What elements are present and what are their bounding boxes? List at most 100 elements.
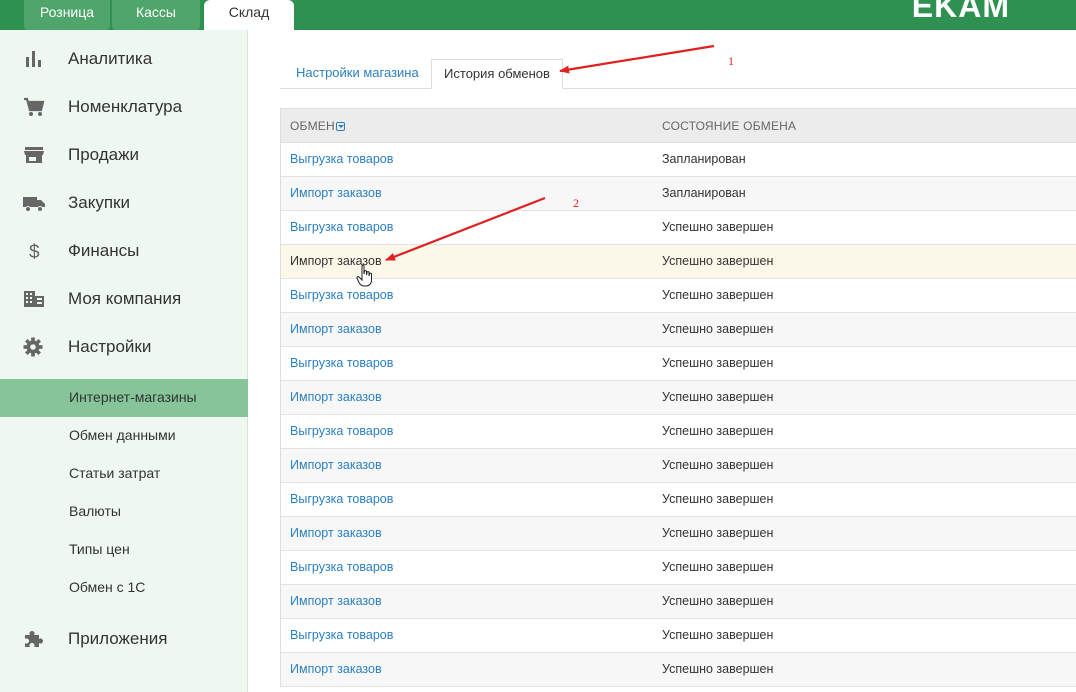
- exchange-link[interactable]: Выгрузка товаров: [290, 152, 393, 166]
- table-row[interactable]: Импорт заказов Успешно завершен: [281, 245, 1076, 279]
- exchange-status: Успешно завершен: [662, 594, 774, 608]
- exchange-link[interactable]: Выгрузка товаров: [290, 560, 393, 574]
- exchange-status: Успешно завершен: [662, 662, 774, 676]
- sidebar-subitem-1c-exchange[interactable]: Обмен с 1С: [0, 569, 248, 607]
- exchange-link[interactable]: Импорт заказов: [290, 322, 382, 336]
- sidebar-subitem-data-exchange[interactable]: Обмен данными: [0, 417, 248, 455]
- exchange-status: Успешно завершен: [662, 322, 774, 336]
- tab-store-settings[interactable]: Настройки магазина: [280, 59, 430, 89]
- sidebar-item-purchases[interactable]: Закупки: [0, 183, 248, 223]
- puzzle-icon: [25, 631, 43, 647]
- table-row[interactable]: Выгрузка товаров Успешно завершен: [281, 347, 1076, 381]
- gear-icon: [23, 337, 43, 357]
- sidebar-item-label: Приложения: [68, 629, 168, 648]
- exchange-status: Запланирован: [662, 152, 746, 166]
- exchange-link[interactable]: Импорт заказов: [290, 458, 382, 472]
- table-row[interactable]: Импорт заказов Успешно завершен: [281, 381, 1076, 415]
- building-icon: [24, 291, 44, 307]
- sidebar-item-label: Номенклатура: [68, 97, 183, 116]
- table-row[interactable]: Импорт заказов Запланирован: [281, 177, 1076, 211]
- column-header-exchange[interactable]: ОБМЕН: [290, 119, 345, 133]
- annotation-label-2: 2: [573, 196, 579, 210]
- exchange-link[interactable]: Выгрузка товаров: [290, 628, 393, 642]
- sidebar-item-analytics[interactable]: Аналитика: [0, 39, 248, 79]
- sidebar-subitem-label: Типы цен: [69, 541, 130, 557]
- top-tab-registers[interactable]: Кассы: [112, 0, 200, 30]
- exchange-status: Успешно завершен: [662, 628, 774, 642]
- top-tab-retail[interactable]: Розница: [24, 0, 110, 30]
- table-row[interactable]: Выгрузка товаров Успешно завершен: [281, 619, 1076, 653]
- table-row[interactable]: Выгрузка товаров Успешно завершен: [281, 415, 1076, 449]
- table-row[interactable]: Выгрузка товаров Успешно завершен: [281, 483, 1076, 517]
- sidebar-item-label: Аналитика: [68, 49, 153, 68]
- exchange-status: Запланирован: [662, 186, 746, 200]
- exchange-link[interactable]: Выгрузка товаров: [290, 288, 393, 302]
- exchange-status: Успешно завершен: [662, 254, 774, 268]
- table-row[interactable]: Импорт заказов Успешно завершен: [281, 313, 1076, 347]
- sidebar-subitem-label: Интернет-магазины: [69, 389, 197, 405]
- exchange-status: Успешно завершен: [662, 560, 774, 574]
- table-row[interactable]: Импорт заказов Успешно завершен: [281, 585, 1076, 619]
- exchange-status: Успешно завершен: [662, 424, 774, 438]
- store-icon: [24, 147, 44, 163]
- sidebar-subitem-label: Обмен с 1С: [69, 579, 146, 595]
- exchange-link[interactable]: Выгрузка товаров: [290, 492, 393, 506]
- annotation-label-1: 1: [728, 54, 734, 68]
- table-row[interactable]: Импорт заказов Успешно завершен: [281, 653, 1076, 687]
- exchange-link[interactable]: Импорт заказов: [290, 662, 382, 676]
- sort-icon[interactable]: [335, 122, 345, 131]
- sidebar-item-nomenclature[interactable]: Номенклатура: [0, 87, 248, 127]
- sidebar-item-sales[interactable]: Продажи: [0, 135, 248, 175]
- exchange-status: Успешно завершен: [662, 288, 774, 302]
- sidebar-item-finance[interactable]: $ Финансы: [0, 231, 248, 271]
- exchange-status: Успешно завершен: [662, 526, 774, 540]
- exchange-link[interactable]: Выгрузка товаров: [290, 424, 393, 438]
- table-row[interactable]: Импорт заказов Успешно завершен: [281, 517, 1076, 551]
- exchange-link[interactable]: Импорт заказов: [290, 390, 382, 404]
- table-body: Выгрузка товаров Запланирован Импорт заказ…: [281, 143, 1076, 687]
- brand-logo: EKAM: [911, 0, 1010, 24]
- sidebar-item-label: Настройки: [68, 337, 152, 356]
- exchange-status: Успешно завершен: [662, 390, 774, 404]
- bar-chart-icon: [26, 51, 41, 67]
- table-row[interactable]: Импорт заказов Успешно завершен: [281, 449, 1076, 483]
- sidebar-subitem-label: Обмен данными: [69, 427, 176, 443]
- sidebar-subitem-price-types[interactable]: Типы цен: [0, 531, 248, 569]
- table-row[interactable]: Выгрузка товаров Запланирован: [281, 143, 1076, 177]
- exchange-link[interactable]: Импорт заказов: [290, 594, 382, 608]
- exchange-link[interactable]: Импорт заказов: [290, 526, 382, 540]
- hand-cursor-icon: [356, 264, 372, 287]
- exchange-link[interactable]: Импорт заказов: [290, 186, 382, 200]
- exchange-link[interactable]: Выгрузка товаров: [290, 356, 393, 370]
- table-header: ОБМЕН СОСТОЯНИЕ ОБМЕНА: [281, 109, 1076, 143]
- sidebar-subitem-currencies[interactable]: Валюты: [0, 493, 248, 531]
- table-row[interactable]: Выгрузка товаров Успешно завершен: [281, 551, 1076, 585]
- exchange-status: Успешно завершен: [662, 458, 774, 472]
- dollar-icon: $: [29, 242, 40, 261]
- sidebar-subitem-online-stores[interactable]: Интернет-магазины: [0, 379, 248, 417]
- exchange-status: Успешно завершен: [662, 220, 774, 234]
- truck-icon: [23, 197, 45, 212]
- sidebar-item-apps[interactable]: Приложения: [0, 619, 248, 659]
- sidebar-subitem-label: Статьи затрат: [69, 465, 161, 481]
- sidebar-subitem-expense-items[interactable]: Статьи затрат: [0, 455, 248, 493]
- exchange-link[interactable]: Выгрузка товаров: [290, 220, 393, 234]
- exchange-status: Успешно завершен: [662, 356, 774, 370]
- exchange-status: Успешно завершен: [662, 492, 774, 506]
- tab-exchange-history[interactable]: История обменов: [431, 59, 563, 89]
- sidebar-item-settings[interactable]: Настройки: [0, 327, 248, 367]
- sidebar-item-label: Закупки: [68, 193, 130, 212]
- column-header-label: ОБМЕН: [290, 119, 335, 133]
- table-row[interactable]: Выгрузка товаров Успешно завершен: [281, 211, 1076, 245]
- top-bar: Розница Кассы Склад EKAM: [0, 0, 1076, 31]
- sidebar-subitem-label: Валюты: [69, 503, 121, 519]
- cart-icon: [24, 97, 45, 116]
- column-header-status[interactable]: СОСТОЯНИЕ ОБМЕНА: [662, 119, 796, 133]
- table-row[interactable]: Выгрузка товаров Успешно завершен: [281, 279, 1076, 313]
- page-tabs: Настройки магазина История обменов: [280, 59, 1076, 89]
- sidebar-item-label: Финансы: [68, 241, 140, 260]
- sidebar-item-company[interactable]: Моя компания: [0, 279, 248, 319]
- sidebar-item-label: Моя компания: [68, 289, 182, 308]
- top-tab-warehouse[interactable]: Склад: [204, 0, 294, 31]
- sidebar-item-label: Продажи: [68, 145, 139, 164]
